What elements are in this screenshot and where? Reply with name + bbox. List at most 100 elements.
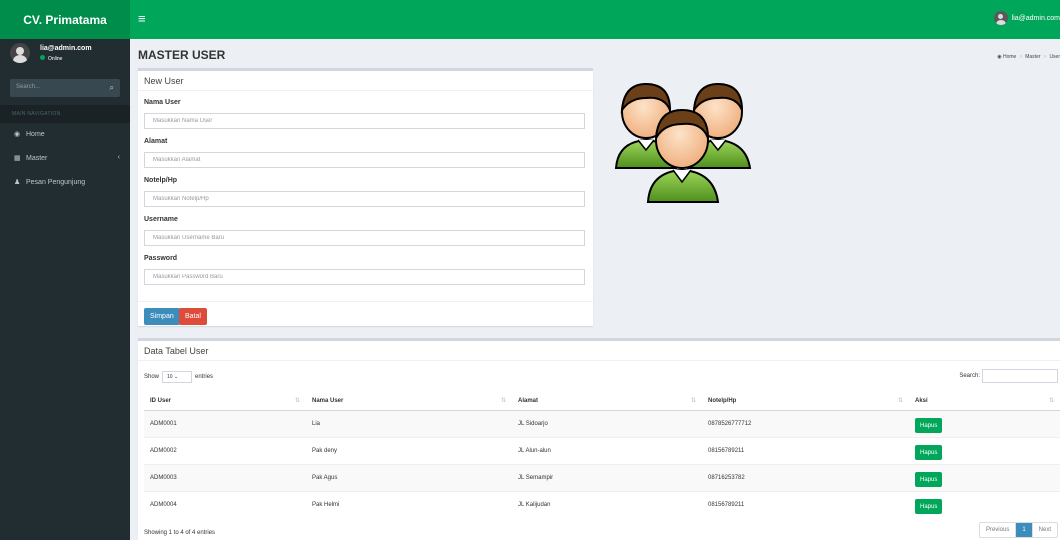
user-menu-email: lia@admin.com [1011,14,1060,22]
nav-header: MAIN NAVIGATION [0,105,130,123]
sidebar-item-label: Home [26,130,45,138]
col-aksi[interactable]: Aksi ⇅ [909,393,1060,411]
show-label: Show [144,374,160,380]
table-info: Showing 1 to 4 of 4 entries [144,530,216,536]
table-row: ADM0002 Pak deny JL Alun-alun 0815678921… [144,436,1060,464]
password-input[interactable] [144,269,585,285]
col-label: Nama User [312,398,344,405]
sort-asc-icon: ⇅ [294,398,300,404]
online-dot-icon [40,55,45,60]
col-nama-user[interactable]: Nama User ⇅ [306,393,512,411]
next-button[interactable]: Next [1031,523,1057,537]
nama-user-input[interactable] [144,113,585,129]
breadcrumb-master[interactable]: Master [1025,54,1040,60]
table-search-label: Search: [959,373,980,379]
app-logo[interactable]: CV. Primatama [0,0,130,39]
hapus-button[interactable]: Hapus [915,445,943,460]
notelp-label: Notelp/Hp [144,177,178,184]
user-status-text: Online [48,56,63,62]
col-label: Notelp/Hp [708,398,737,405]
hapus-button[interactable]: Hapus [915,499,943,515]
table-row: ADM0004 Pak Helmi JL Kalijudan 081567892… [144,490,1060,518]
sidebar-search-placeholder: Search... [16,84,41,90]
save-button[interactable]: Simpan [144,308,180,325]
username-input[interactable] [144,230,585,246]
cell-telp: 0878526777712 [702,409,909,437]
dashboard-icon: ◉ [14,131,21,138]
user-panel-name: lia@admin.com [40,45,92,52]
cancel-button[interactable]: Batal [179,308,207,325]
col-label: ID User [150,398,172,405]
avatar-icon [993,11,1008,25]
sort-icon: ⇅ [500,398,506,404]
cell-alamat: JL Alun-alun [512,436,702,464]
table-title: Data Tabel User [138,341,1060,361]
table-row: ADM0001 Lia JL Sidoarjo 0878526777712 Ha… [144,409,1060,437]
username-label: Username [144,216,178,223]
user-status: Online [40,55,92,62]
col-alamat[interactable]: Alamat ⇅ [512,393,702,411]
show-entries: Show 10 ⌄ entries [144,371,213,383]
sidebar-search-input[interactable]: Search... ⌕ [10,79,120,97]
cell-id: ADM0001 [144,409,306,437]
breadcrumb-home[interactable]: Home [1003,54,1016,60]
page-title: MASTER USER [138,48,226,62]
cell-aksi: Hapus [909,490,1060,518]
cell-id: ADM0002 [144,436,306,464]
sidebar-item-label: Pesan Pengunjung [26,178,86,186]
col-label: Alamat [518,398,539,405]
entries-label: entries [195,374,214,380]
chevron-left-icon: ‹ [117,154,120,161]
table-row: ADM0003 Pak Agus JL Semampir 08716253782… [144,463,1060,491]
breadcrumb: ◉ Home > Master > User [997,54,1060,60]
cell-aksi: Hapus [909,463,1060,491]
cell-aksi: Hapus [909,436,1060,464]
cell-nama: Pak Agus [306,463,512,491]
table-icon: ▦ [14,155,21,162]
home-icon: ◉ [997,54,1002,60]
alamat-label: Alamat [144,138,168,145]
notelp-input[interactable] [144,191,585,207]
sidebar-item-label: Master [26,154,48,162]
user-table-box: Data Tabel User Show 10 ⌄ entries Search… [138,338,1060,540]
users-group-icon [614,82,752,203]
col-id-user[interactable]: ID User ⇅ [144,393,306,411]
password-label: Password [144,255,178,262]
cell-nama: Pak deny [306,436,512,464]
sidebar-item-master[interactable]: ▦ Master ‹ [0,147,130,169]
breadcrumb-user: User [1049,54,1060,60]
form-footer [138,301,593,302]
chevron-down-icon: ⌄ [173,374,179,380]
cell-telp: 08716253782 [702,463,909,491]
sidebar-item-home[interactable]: ◉ Home [0,123,130,145]
entries-value: 10 [167,374,173,380]
col-label: Aksi [915,398,928,405]
cell-id: ADM0003 [144,463,306,491]
cell-alamat: JL Sidoarjo [512,409,702,437]
sidebar-item-pesan-pengunjung[interactable]: ♟ Pesan Pengunjung [0,171,130,193]
sort-icon: ⇅ [897,398,903,404]
table-search-input[interactable] [982,369,1058,383]
sort-icon: ⇅ [1048,398,1054,404]
nama-user-label: Nama User [144,99,181,106]
user-panel: lia@admin.com Online [10,43,92,63]
user-icon: ♟ [14,179,21,186]
form-title: New User [138,71,593,91]
col-notelp[interactable]: Notelp/Hp ⇅ [702,393,909,411]
table-header-row: ID User ⇅ Nama User ⇅ Alamat ⇅ Notelp/Hp ⇅ A… [144,393,1060,411]
pagination: Previous 1 Next [978,522,1058,538]
cell-telp: 08156789211 [702,436,909,464]
cell-id: ADM0004 [144,490,306,518]
hapus-button[interactable]: Hapus [915,418,943,433]
cell-nama: Lia [306,409,512,437]
cell-alamat: JL Kalijudan [512,490,702,518]
cell-aksi: Hapus [909,409,1060,437]
menu-toggle-icon[interactable]: ≡ [138,12,146,25]
search-icon[interactable]: ⌕ [110,83,114,93]
user-menu[interactable]: lia@admin.com [993,11,1060,25]
previous-button[interactable]: Previous [980,523,1015,537]
entries-select[interactable]: 10 ⌄ [162,371,193,383]
alamat-input[interactable] [144,152,585,168]
hapus-button[interactable]: Hapus [915,472,943,487]
page-1-button[interactable]: 1 [1015,523,1032,537]
